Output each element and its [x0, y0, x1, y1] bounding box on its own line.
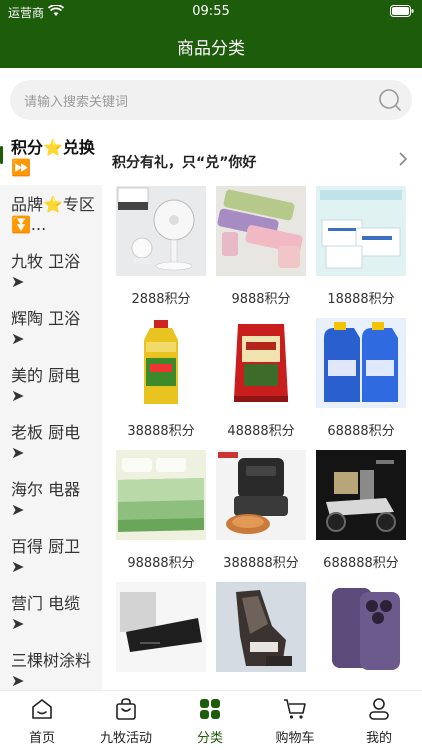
sidebar-item-huitao-bath[interactable]: 辉陶 卫浴 ➤ — [0, 299, 102, 356]
header: 运营商 09:55 商品分类 — [0, 0, 422, 68]
product-card[interactable]: 18888积分 — [306, 184, 412, 316]
category-grid-icon — [200, 699, 220, 719]
home-icon — [32, 699, 52, 719]
product-price: 2888积分 — [131, 292, 191, 307]
search-bar[interactable]: 请输入搜索关键词 — [10, 80, 412, 120]
chevron-right-icon[interactable] — [398, 152, 408, 166]
product-image-rice-bag[interactable] — [216, 318, 306, 408]
search-input[interactable]: 请输入搜索关键词 — [24, 91, 128, 110]
product-price: 38888积分 — [127, 424, 195, 439]
category-sidebar: 积分⭐兑换⏩ 品牌⭐专区 ⏬... 九牧 卫浴 ➤ 辉陶 卫浴 ➤ 美的 厨电 … — [0, 128, 102, 690]
tab-label: 九牧活动 — [99, 731, 152, 746]
section-title[interactable]: 积分有礼，只“兑”你好 — [112, 152, 256, 172]
product-price: 48888积分 — [227, 424, 295, 439]
desk-fan-image — [117, 187, 195, 271]
product-card[interactable]: 388888积分 — [206, 448, 312, 580]
tab-category[interactable]: 分类 — [168, 697, 252, 747]
shopping-bag-icon — [116, 698, 136, 720]
sidebar-item-haier-appliance[interactable]: 海尔 电器 ➤ — [0, 470, 102, 527]
sidebar-item-jiumu-bath[interactable]: 九牧 卫浴 ➤ — [0, 242, 102, 299]
umbrellas-image — [216, 186, 306, 276]
sidebar-item-skshu-paint[interactable]: 三棵树涂料 ➤ — [0, 641, 102, 690]
sidebar-item-midea-kitchen[interactable]: 美的 厨电 ➤ — [0, 356, 102, 413]
range-hood-image — [116, 582, 206, 672]
laundry-detergent-image — [316, 318, 406, 408]
sidebar-item-label: 积分⭐兑换⏩ — [11, 138, 95, 177]
product-card[interactable]: 98888积分 — [106, 448, 212, 580]
sidebar-item-brand-zone[interactable]: 品牌⭐专区 ⏬... — [0, 185, 102, 242]
cart-icon — [284, 699, 306, 719]
product-image-range-hood[interactable] — [116, 582, 206, 672]
bottom-tab-bar: 首页 九牧活动 分类 购物车 我的 — [0, 690, 422, 750]
product-card[interactable]: 688888积分 — [306, 448, 412, 580]
product-image-tissue-boxes[interactable] — [316, 186, 406, 276]
product-price: 68888积分 — [327, 424, 395, 439]
product-image-cooking-oil[interactable] — [116, 318, 206, 408]
electric-scooter-image — [316, 450, 406, 540]
sidebar-item-label: 三棵树涂料 ➤ — [11, 651, 92, 690]
tab-jiumu-activity[interactable]: 九牧活动 — [84, 697, 168, 747]
product-image-smartphone[interactable] — [316, 582, 406, 672]
sidebar-item-label: 九牧 卫浴 ➤ — [11, 252, 81, 291]
tab-home[interactable]: 首页 — [0, 697, 84, 747]
product-card[interactable] — [106, 580, 212, 690]
tab-label: 首页 — [28, 731, 55, 746]
bedding-set-image — [116, 450, 206, 540]
sidebar-item-label: 海尔 电器 ➤ — [11, 480, 81, 519]
sidebar-item-baide-kitchen-bath[interactable]: 百得 厨卫 ➤ — [0, 527, 102, 584]
product-card[interactable] — [206, 580, 312, 690]
air-fryer-image — [216, 450, 306, 540]
product-price: 388888积分 — [223, 556, 299, 571]
product-image-umbrellas[interactable] — [216, 186, 306, 276]
product-card[interactable]: 38888积分 — [106, 316, 212, 448]
sidebar-item-robam-kitchen[interactable]: 老板 厨电 ➤ — [0, 413, 102, 470]
sidebar-item-label: 营门 电缆 ➤ — [11, 594, 81, 633]
product-image-air-fryer[interactable] — [216, 450, 306, 540]
status-bar: 运营商 09:55 — [0, 0, 422, 22]
sidebar-item-label: 老板 厨电 ➤ — [11, 423, 81, 462]
tab-label: 购物车 — [275, 731, 315, 746]
tissue-boxes-image — [316, 186, 406, 276]
cooking-oil-image — [144, 320, 178, 404]
rice-bag-image — [234, 324, 288, 402]
product-image-bedding-set[interactable] — [116, 450, 206, 540]
sidebar-item-label: 品牌⭐专区 ⏬... — [11, 195, 95, 234]
page-title: 商品分类 — [177, 39, 245, 59]
massage-chair-image — [216, 582, 306, 672]
clock: 09:55 — [192, 4, 230, 19]
tab-label: 我的 — [365, 731, 392, 746]
search-icon[interactable] — [378, 88, 402, 112]
product-card[interactable]: 68888积分 — [306, 316, 412, 448]
product-price: 688888积分 — [323, 556, 399, 571]
product-card[interactable]: 9888积分 — [206, 184, 312, 316]
product-price: 98888积分 — [127, 556, 195, 571]
product-price: 18888积分 — [327, 292, 395, 307]
user-icon — [369, 698, 389, 720]
product-card[interactable] — [306, 580, 412, 690]
sidebar-item-points-exchange[interactable]: 积分⭐兑换⏩ — [0, 128, 102, 185]
product-image-electric-scooter[interactable] — [316, 450, 406, 540]
product-price: 9888积分 — [231, 292, 291, 307]
product-image-massage-chair[interactable] — [216, 582, 306, 672]
sidebar-item-label: 百得 厨卫 ➤ — [11, 537, 81, 576]
sidebar-item-label: 美的 厨电 ➤ — [11, 366, 81, 405]
tab-me[interactable]: 我的 — [337, 697, 421, 747]
sidebar-item-label: 辉陶 卫浴 ➤ — [11, 309, 81, 348]
battery-icon — [390, 5, 414, 17]
product-image-laundry-detergent[interactable] — [316, 318, 406, 408]
tab-label: 分类 — [196, 731, 223, 746]
product-image-desk-fan[interactable] — [116, 186, 206, 276]
category-content: 积分有礼，只“兑”你好 2888积分 9888积分 18888积分 38888积… — [102, 128, 422, 690]
product-card[interactable]: 48888积分 — [206, 316, 312, 448]
tab-cart[interactable]: 购物车 — [253, 697, 337, 747]
product-card[interactable]: 2888积分 — [106, 184, 212, 316]
smartphone-image — [316, 582, 406, 672]
sidebar-item-yingmen-cable[interactable]: 营门 电缆 ➤ — [0, 584, 102, 641]
